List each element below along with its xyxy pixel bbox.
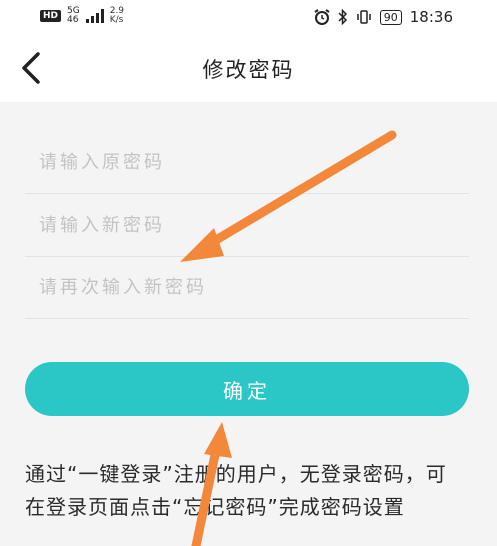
status-left: HD 5G 46 2.9 K/s [40, 7, 124, 25]
confirm-button[interactable]: 确定 [25, 362, 469, 416]
confirm-password-field [25, 257, 469, 319]
confirm-password-input[interactable] [25, 257, 469, 318]
nav-bar: 修改密码 [0, 36, 497, 102]
vibrate-icon [357, 10, 371, 24]
speed-unit: K/s [109, 15, 124, 25]
clock: 18:36 [409, 8, 453, 26]
status-right: 90 18:36 [314, 8, 453, 26]
hd-badge: HD [40, 10, 62, 22]
network-speed: 2.9 K/s [110, 7, 124, 25]
password-form [0, 102, 497, 342]
alarm-icon [314, 9, 330, 25]
status-bar: HD 5G 46 2.9 K/s 90 18:36 [0, 0, 497, 36]
bluetooth-icon [338, 9, 347, 25]
hint-text: 通过“一键登录”注册的用户，无登录密码，可在登录页面点击“忘记密码”完成密码设置 [25, 462, 447, 519]
new-password-input[interactable] [25, 195, 469, 256]
battery-indicator: 90 [379, 9, 402, 25]
old-password-field [25, 132, 469, 194]
signal-icon [85, 9, 104, 23]
new-password-field [25, 195, 469, 257]
network-sub: 46 [67, 15, 79, 25]
page-title: 修改密码 [202, 58, 295, 82]
network-indicator: 5G 46 [67, 7, 80, 25]
old-password-input[interactable] [25, 132, 469, 193]
